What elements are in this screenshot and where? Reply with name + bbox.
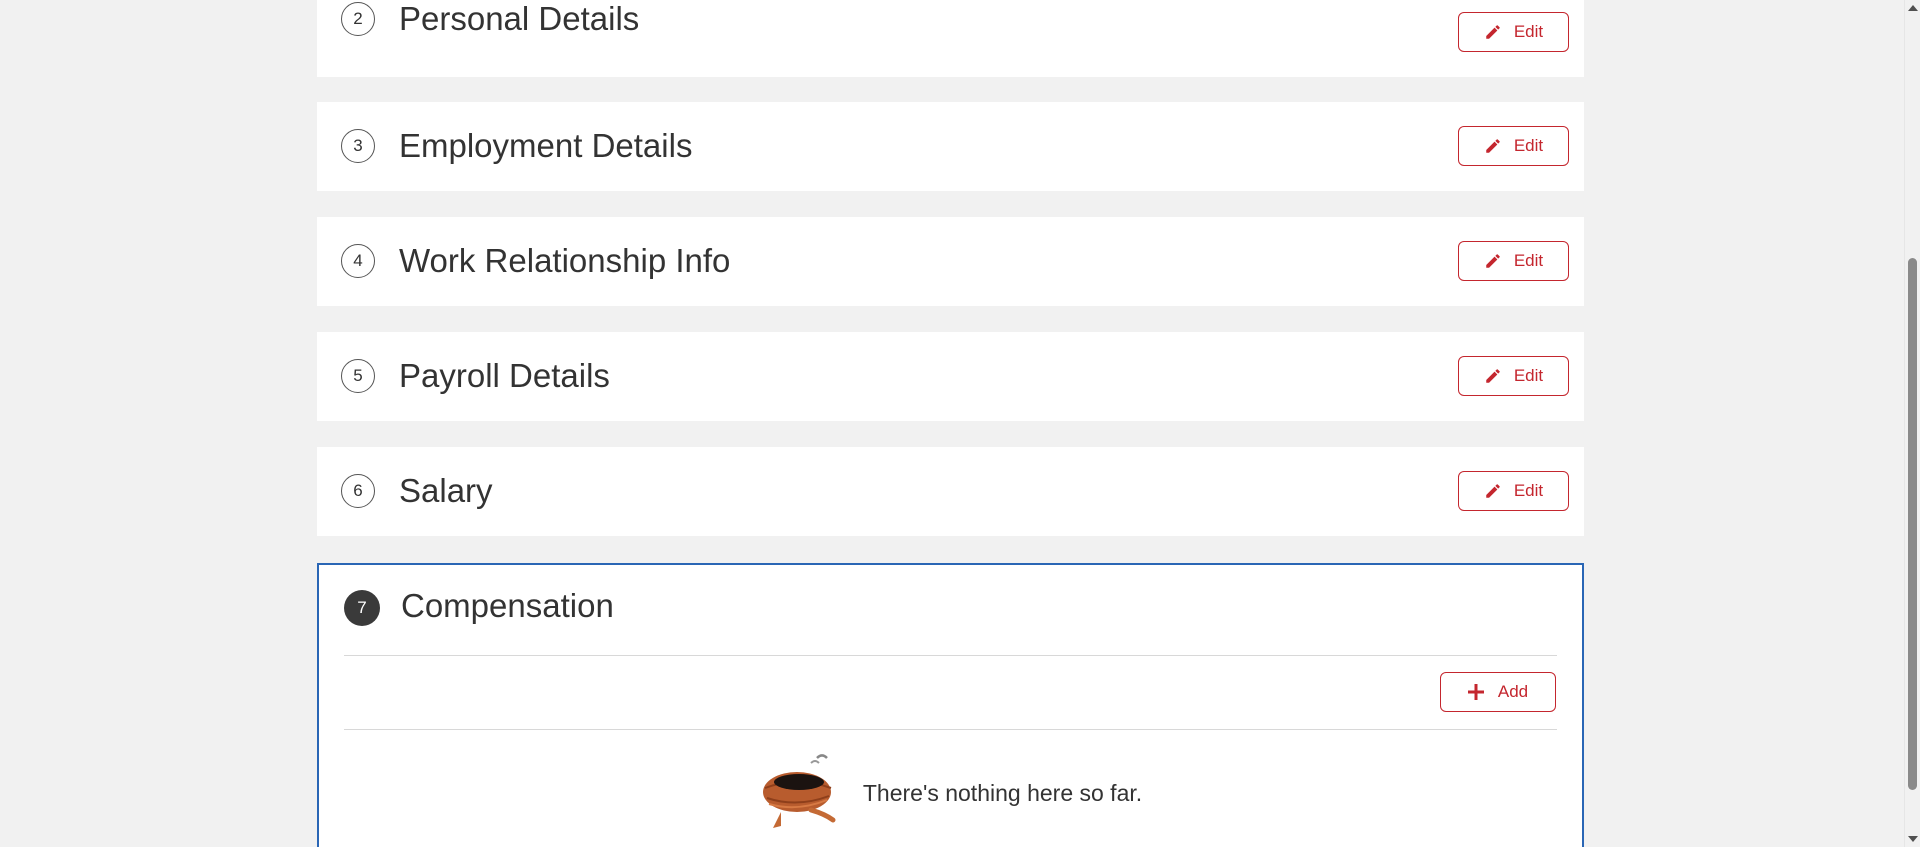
edit-label: Edit	[1513, 22, 1544, 41]
section-personal-details: 2 Personal Details Edit	[317, 0, 1584, 77]
add-compensation-button[interactable]: Add	[1440, 672, 1556, 712]
scroll-up-arrow-icon[interactable]	[1908, 5, 1918, 11]
pencil-icon	[1484, 23, 1502, 41]
section-compensation: 7 Compensation Add There's nothing here …	[317, 563, 1584, 847]
scroll-down-arrow-icon[interactable]	[1908, 836, 1918, 842]
section-title: Salary	[399, 472, 493, 509]
edit-salary-button[interactable]: Edit	[1458, 471, 1569, 511]
edit-label: Edit	[1513, 481, 1544, 500]
step-number: 4	[341, 244, 375, 278]
section-salary: 6 Salary Edit	[317, 447, 1584, 536]
section-title: Work Relationship Info	[399, 242, 731, 279]
edit-label: Edit	[1513, 136, 1544, 155]
divider	[344, 655, 1557, 656]
step-number-active: 7	[344, 590, 380, 626]
edit-payroll-details-button[interactable]: Edit	[1458, 356, 1569, 396]
step-number: 2	[341, 2, 375, 36]
page: 2 Personal Details Edit 3 Employment Det…	[0, 0, 1920, 847]
edit-employment-details-button[interactable]: Edit	[1458, 126, 1569, 166]
plus-icon	[1467, 684, 1484, 700]
pencil-icon	[1484, 482, 1502, 500]
edit-label: Edit	[1513, 251, 1544, 270]
empty-state: There's nothing here so far.	[319, 748, 1582, 838]
pencil-icon	[1484, 137, 1502, 155]
step-number: 3	[341, 129, 375, 163]
section-title: Compensation	[401, 587, 614, 624]
edit-work-relationship-info-button[interactable]: Edit	[1458, 241, 1569, 281]
add-label: Add	[1497, 682, 1529, 701]
scroll-thumb[interactable]	[1908, 258, 1917, 790]
section-title: Employment Details	[399, 127, 693, 164]
divider	[344, 729, 1557, 730]
pencil-icon	[1484, 252, 1502, 270]
section-title: Personal Details	[399, 0, 640, 37]
step-number: 5	[341, 359, 375, 393]
edit-personal-details-button[interactable]: Edit	[1458, 12, 1569, 52]
section-payroll-details: 5 Payroll Details Edit	[317, 332, 1584, 421]
empty-message: There's nothing here so far.	[862, 779, 1143, 806]
section-title: Payroll Details	[399, 357, 610, 394]
section-employment-details: 3 Employment Details Edit	[317, 102, 1584, 191]
pencil-icon	[1484, 367, 1502, 385]
step-number: 6	[341, 474, 375, 508]
vertical-scrollbar[interactable]	[1904, 0, 1920, 847]
edit-label: Edit	[1513, 366, 1544, 385]
empty-nest-icon	[759, 752, 841, 835]
section-work-relationship-info: 4 Work Relationship Info Edit	[317, 217, 1584, 306]
